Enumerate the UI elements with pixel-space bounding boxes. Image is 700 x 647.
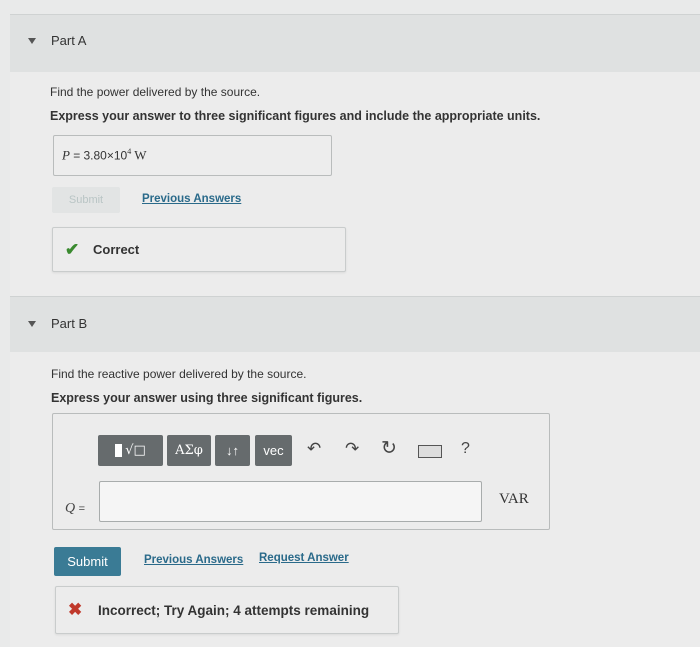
answer-exponent: 4 — [127, 147, 132, 156]
redo-icon[interactable]: ↷ — [345, 439, 359, 459]
part-a-submit-button[interactable]: Submit — [52, 187, 120, 213]
help-icon[interactable]: ? — [461, 440, 470, 458]
x-icon: ✖ — [68, 600, 83, 619]
answer-variable: P — [62, 147, 70, 163]
greek-button[interactable]: ΑΣφ — [167, 435, 211, 466]
templates-button[interactable]: √□ — [98, 435, 163, 466]
part-a-header[interactable] — [10, 14, 700, 73]
part-b-feedback: ✖ Incorrect; Try Again; 4 attempts remai… — [55, 586, 399, 634]
answer-value: 3.80×10 — [83, 148, 128, 163]
part-a-feedback: ✔ Correct — [52, 227, 346, 272]
math-editor: √□ ΑΣφ ↓↑ vec ↶ ↷ ↻ ? Q = VAR — [52, 413, 550, 530]
part-a-question: Find the power delivered by the source. — [50, 85, 261, 99]
answer-equals: = — [73, 148, 81, 163]
answer-input[interactable] — [99, 481, 482, 522]
keyboard-icon[interactable] — [418, 443, 442, 463]
collapse-caret-icon[interactable] — [28, 321, 36, 327]
request-answer-link[interactable]: Request Answer — [259, 552, 349, 564]
template-box-icon — [115, 444, 123, 457]
arrows-button[interactable]: ↓↑ — [215, 435, 250, 466]
answer-unit: W — [134, 147, 147, 163]
unit-label: VAR — [499, 491, 529, 507]
undo-icon[interactable]: ↶ — [307, 439, 321, 459]
templates-label: √□ — [125, 443, 146, 458]
q-label: Q = — [65, 501, 85, 517]
q-equals: = — [78, 503, 86, 515]
collapse-caret-icon[interactable] — [28, 38, 36, 44]
part-a-previous-answers-link[interactable]: Previous Answers — [142, 193, 241, 205]
part-b-submit-button[interactable]: Submit — [54, 547, 121, 576]
part-b-header[interactable] — [10, 296, 700, 353]
part-a-answer-display: P = 3.80×104 W — [53, 135, 332, 176]
part-b-title: Part B — [51, 316, 88, 331]
vec-button[interactable]: vec — [255, 435, 292, 466]
reset-icon[interactable]: ↻ — [381, 437, 397, 460]
part-b-question: Find the reactive power delivered by the… — [51, 367, 307, 381]
part-a-feedback-text: Correct — [93, 242, 140, 257]
checkmark-icon: ✔ — [65, 240, 80, 259]
q-variable: Q — [65, 501, 76, 516]
part-b-instruction: Express your answer using three signific… — [51, 391, 363, 405]
page: Part A Find the power delivered by the s… — [0, 0, 700, 647]
part-a-instruction: Express your answer to three significant… — [50, 109, 541, 123]
part-b-feedback-text: Incorrect; Try Again; 4 attempts remaini… — [98, 603, 370, 618]
part-b-previous-answers-link[interactable]: Previous Answers — [144, 554, 243, 566]
part-a-title: Part A — [51, 33, 87, 48]
